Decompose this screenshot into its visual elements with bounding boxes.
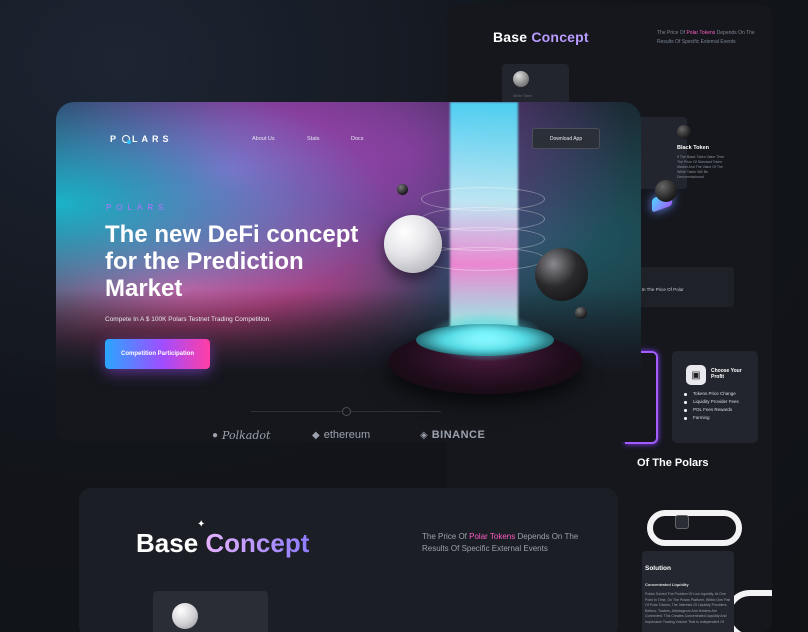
- download-app-button[interactable]: Download App: [532, 128, 600, 149]
- title-concept: Concept: [531, 29, 589, 45]
- partner-name: BINANCE: [431, 429, 486, 441]
- logo-p: P: [110, 134, 121, 144]
- cube-ball: [655, 180, 677, 202]
- bottom-preview-board: Base Concept ✦ The Price Of Polar Tokens…: [79, 488, 618, 632]
- hero-card: P LARS About Us Stats Docs Download App P…: [56, 102, 641, 442]
- black-token-ball: [677, 125, 691, 139]
- subtitle-pre: The Price Of: [422, 532, 470, 541]
- black-token-title: Black Token: [677, 145, 709, 151]
- black-sphere: [535, 248, 588, 301]
- title-concept: Concept: [205, 528, 310, 558]
- wallet-icon: ▣: [686, 365, 706, 385]
- hero-headline: The new DeFi concept for the Prediction …: [105, 221, 359, 302]
- partner-ethereum[interactable]: ◆ ethereum: [312, 429, 370, 441]
- title-base: Base: [493, 29, 528, 45]
- sparkle-icon: ✦: [197, 519, 206, 530]
- profit-item: POL Fees Rewards: [684, 406, 739, 414]
- subtitle-pre: The Price Of: [657, 30, 687, 36]
- competition-participation-button[interactable]: Competition Participation: [105, 339, 210, 369]
- subtitle-highlight: Polar Tokens: [686, 30, 716, 36]
- white-token-label: White Token: [513, 94, 533, 98]
- binance-icon: ◈: [420, 429, 428, 441]
- title-base: Base: [136, 528, 199, 558]
- node-icon: [675, 515, 689, 529]
- ethereum-icon: ◆: [312, 429, 320, 441]
- solution-text: Polars Solved The Problem Of Low Liquidi…: [645, 592, 731, 624]
- bottom-board-title: Base Concept: [136, 528, 309, 559]
- hero-tagline: Compete In A $ 100K Polars Testnet Tradi…: [105, 316, 272, 323]
- logo-ring-icon: [122, 135, 132, 144]
- logo-rest: LARS: [132, 134, 173, 144]
- polars-logo[interactable]: P LARS: [110, 134, 173, 144]
- profit-item: Tokens Price Change: [684, 390, 739, 398]
- black-token-text: If The Black Token Value Then The Price …: [677, 155, 725, 179]
- beam-glow: [426, 312, 546, 362]
- profit-item: Farming: [684, 414, 739, 422]
- profit-list: Tokens Price Change Liquidity Provider F…: [684, 390, 739, 422]
- white-token-ball: [172, 603, 198, 629]
- profit-item: Liquidity Provider Fees: [684, 398, 739, 406]
- white-sphere: [384, 215, 442, 273]
- profit-title: Choose Your Profit: [711, 368, 742, 380]
- nav-about-us[interactable]: About Us: [252, 136, 275, 142]
- polkadot-icon: ●: [212, 430, 219, 441]
- small-sphere: [397, 184, 408, 195]
- nav-docs[interactable]: Docs: [351, 136, 364, 142]
- divider-dot: [342, 407, 351, 416]
- loop-ring: [647, 510, 742, 546]
- partner-name: Polkadot: [222, 429, 271, 442]
- partner-name: ethereum: [323, 429, 371, 441]
- solution-title: Solution: [645, 565, 671, 572]
- partner-binance[interactable]: ◈ BINANCE: [420, 429, 485, 441]
- polars-heading: Of The Polars: [637, 457, 709, 469]
- small-sphere: [575, 307, 587, 319]
- token-card: [153, 591, 268, 632]
- hero-eyebrow: POLARS: [106, 203, 169, 212]
- subtitle-highlight: Polar Tokens: [469, 532, 516, 541]
- white-token-ball: [513, 71, 529, 87]
- bottom-board-subtitle: The Price Of Polar Tokens Depends On The…: [422, 531, 582, 555]
- partner-polkadot[interactable]: ● Polkadot: [212, 429, 270, 442]
- nav-stats[interactable]: Stats: [307, 136, 320, 142]
- right-board-subtitle: The Price Of Polar Tokens Depends On The…: [657, 29, 767, 47]
- solution-subtitle: Concentrated Liquidity: [645, 582, 689, 587]
- right-board-title: Base Concept: [493, 29, 589, 45]
